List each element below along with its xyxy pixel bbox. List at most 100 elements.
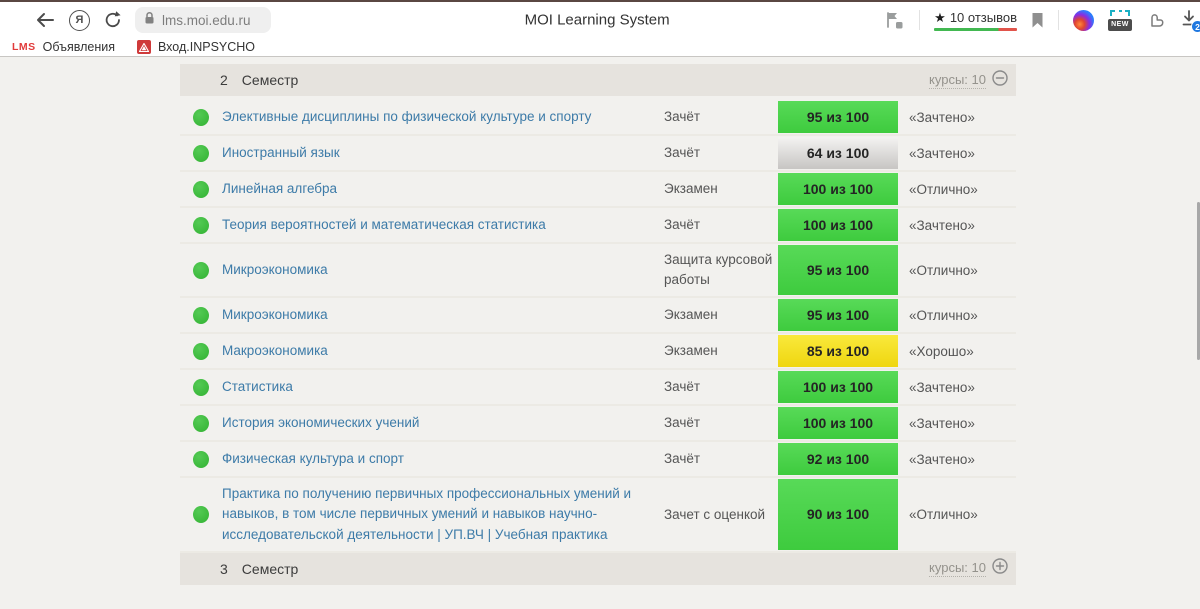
assessment-type: Зачёт bbox=[664, 449, 778, 469]
score-badge: 100 из 100 bbox=[778, 371, 898, 403]
course-status-dot bbox=[193, 181, 209, 198]
glove-icon[interactable] bbox=[1146, 10, 1166, 30]
refresh-button[interactable] bbox=[103, 10, 123, 30]
course-status-dot bbox=[193, 379, 209, 396]
assessment-type: Экзамен bbox=[664, 305, 778, 325]
course-link[interactable]: Физическая культура и спорт bbox=[222, 451, 404, 466]
semester-label: Семестр bbox=[242, 72, 299, 88]
grade-text: «Хорошо» bbox=[898, 344, 1016, 359]
semester-3-header: 3 Семестр курсы: 10 bbox=[180, 553, 1016, 585]
inpsycho-favicon bbox=[137, 40, 151, 54]
new-badge: NEW bbox=[1108, 19, 1132, 31]
score-badge: 100 из 100 bbox=[778, 407, 898, 439]
grade-text: «Отлично» bbox=[898, 182, 1016, 197]
course-link[interactable]: Статистика bbox=[222, 379, 293, 394]
table-row: Линейная алгебра Экзамен 100 из 100 «Отл… bbox=[180, 172, 1016, 208]
back-button[interactable] bbox=[34, 10, 56, 30]
score-badge: 64 из 100 bbox=[778, 137, 898, 169]
table-row: История экономических учений Зачёт 100 и… bbox=[180, 406, 1016, 442]
courses-count-link[interactable]: курсы: 10 bbox=[929, 72, 986, 89]
course-link[interactable]: Практика по получению первичных професси… bbox=[222, 486, 631, 542]
table-row: Элективные дисциплины по физической куль… bbox=[180, 100, 1016, 136]
semester-2-courses-toggle[interactable]: курсы: 10 bbox=[929, 70, 1008, 91]
address-bar[interactable]: lms.moi.edu.ru bbox=[135, 7, 271, 33]
course-status-dot bbox=[193, 451, 209, 468]
collapse-minus-icon[interactable] bbox=[992, 70, 1008, 91]
assessment-type: Экзамен bbox=[664, 341, 778, 361]
courses-count-link[interactable]: курсы: 10 bbox=[929, 560, 986, 577]
score-badge: 100 из 100 bbox=[778, 209, 898, 241]
bookmarks-bar: LMS Объявления Вход.INPSYCHO bbox=[0, 38, 1200, 57]
course-link[interactable]: Линейная алгебра bbox=[222, 181, 337, 196]
score-badge: 95 из 100 bbox=[778, 299, 898, 331]
table-row: Иностранный язык Зачёт 64 из 100 «Зачтен… bbox=[180, 136, 1016, 172]
course-status-dot bbox=[193, 109, 209, 126]
reviews-label: 10 отзывов bbox=[950, 10, 1017, 25]
assessment-type: Зачет с оценкой bbox=[664, 505, 778, 525]
course-link[interactable]: История экономических учений bbox=[222, 415, 419, 430]
downloads-button[interactable]: 2 bbox=[1180, 8, 1200, 32]
course-status-dot bbox=[193, 307, 209, 324]
course-status-dot bbox=[193, 506, 209, 523]
grade-text: «Зачтено» bbox=[898, 380, 1016, 395]
course-status-dot bbox=[193, 145, 209, 162]
rating-bar bbox=[934, 28, 1017, 31]
bookmark-inpsycho[interactable]: Вход.INPSYCHO bbox=[158, 40, 255, 54]
bookmark-announcements[interactable]: Объявления bbox=[43, 40, 115, 54]
semester-label: Семестр bbox=[242, 561, 299, 577]
grade-text: «Зачтено» bbox=[898, 452, 1016, 467]
table-row: Статистика Зачёт 100 из 100 «Зачтено» bbox=[180, 370, 1016, 406]
toolbar-separator bbox=[1058, 10, 1059, 30]
assessment-type: Зачёт bbox=[664, 107, 778, 127]
expand-plus-icon[interactable] bbox=[992, 558, 1008, 579]
page-content: 2 Семестр курсы: 10 Элективные дисциплин… bbox=[0, 57, 1200, 608]
page-title: MOI Learning System bbox=[525, 12, 670, 29]
course-status-dot bbox=[193, 217, 209, 234]
score-badge: 92 из 100 bbox=[778, 443, 898, 475]
assessment-type: Зачёт bbox=[664, 377, 778, 397]
course-link[interactable]: Элективные дисциплины по физической куль… bbox=[222, 109, 591, 124]
flag-pin-icon[interactable] bbox=[883, 10, 905, 30]
course-link[interactable]: Теория вероятностей и математическая ста… bbox=[222, 217, 546, 232]
grade-text: «Отлично» bbox=[898, 507, 1016, 522]
url-text: lms.moi.edu.ru bbox=[162, 13, 251, 28]
grade-text: «Зачтено» bbox=[898, 110, 1016, 125]
screenshot-new-icon[interactable]: NEW bbox=[1108, 10, 1132, 31]
download-count-badge: 2 bbox=[1191, 20, 1200, 33]
semester-2-header: 2 Семестр курсы: 10 bbox=[180, 64, 1016, 96]
grade-text: «Зачтено» bbox=[898, 416, 1016, 431]
grade-text: «Зачтено» bbox=[898, 146, 1016, 161]
table-row: Физическая культура и спорт Зачёт 92 из … bbox=[180, 442, 1016, 478]
grades-table: 2 Семестр курсы: 10 Элективные дисциплин… bbox=[180, 64, 1016, 585]
assessment-type: Зачёт bbox=[664, 215, 778, 235]
assessment-type: Зачёт bbox=[664, 413, 778, 433]
lock-icon bbox=[143, 11, 156, 30]
score-badge: 95 из 100 bbox=[778, 101, 898, 133]
course-status-dot bbox=[193, 343, 209, 360]
course-rows: Элективные дисциплины по физической куль… bbox=[180, 100, 1016, 553]
course-link[interactable]: Иностранный язык bbox=[222, 145, 340, 160]
bookmark-icon[interactable] bbox=[1031, 12, 1044, 29]
lms-favicon: LMS bbox=[12, 41, 36, 53]
score-badge: 100 из 100 bbox=[778, 173, 898, 205]
reviews-rating[interactable]: ★ 10 отзывов bbox=[934, 10, 1017, 31]
course-link[interactable]: Микроэкономика bbox=[222, 262, 328, 277]
yandex-home-button[interactable]: Я bbox=[69, 10, 90, 31]
table-row: Практика по получению первичных професси… bbox=[180, 478, 1016, 553]
course-link[interactable]: Микроэкономика bbox=[222, 307, 328, 322]
grade-text: «Отлично» bbox=[898, 308, 1016, 323]
assessment-type: Зачёт bbox=[664, 143, 778, 163]
score-badge: 90 из 100 bbox=[778, 479, 898, 550]
grade-text: «Зачтено» bbox=[898, 218, 1016, 233]
table-row: Теория вероятностей и математическая ста… bbox=[180, 208, 1016, 244]
grade-text: «Отлично» bbox=[898, 263, 1016, 278]
yandex-letter: Я bbox=[76, 14, 84, 26]
score-badge: 95 из 100 bbox=[778, 245, 898, 295]
score-badge: 85 из 100 bbox=[778, 335, 898, 367]
table-row: Микроэкономика Защита курсовой работы 95… bbox=[180, 244, 1016, 298]
semester-3-courses-toggle[interactable]: курсы: 10 bbox=[929, 558, 1008, 579]
semester-number: 2 bbox=[220, 72, 228, 88]
course-link[interactable]: Макроэкономика bbox=[222, 343, 328, 358]
table-row: Макроэкономика Экзамен 85 из 100 «Хорошо… bbox=[180, 334, 1016, 370]
extension-color-circle-icon[interactable] bbox=[1073, 10, 1094, 31]
